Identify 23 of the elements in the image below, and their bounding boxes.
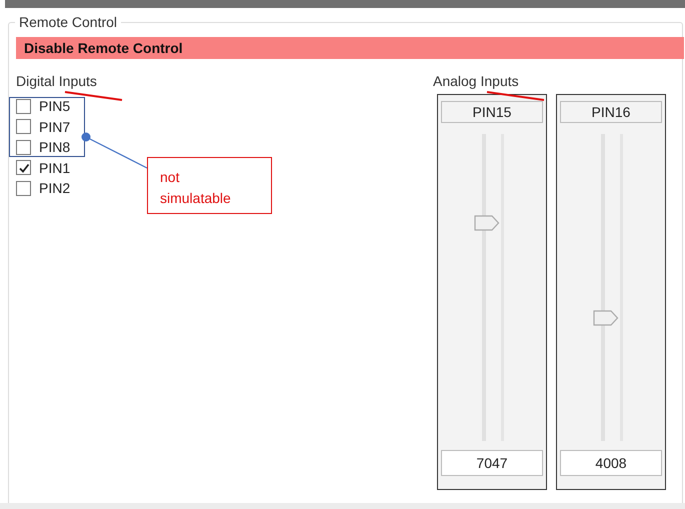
disable-remote-control-button[interactable]: Disable Remote Control bbox=[16, 37, 684, 59]
checkbox-label: PIN2 bbox=[39, 180, 70, 196]
value-field[interactable]: 4008 bbox=[560, 450, 662, 476]
annotation-callout: not simulatable bbox=[147, 157, 272, 214]
checkbox[interactable] bbox=[16, 98, 31, 114]
strike-mark bbox=[64, 90, 124, 102]
digital-inputs-label: Digital Inputs bbox=[16, 73, 97, 90]
slider-thumb[interactable] bbox=[474, 215, 500, 232]
channel-name: PIN15 bbox=[441, 101, 543, 123]
checkbox-label: PIN5 bbox=[39, 98, 70, 114]
checkbox-label: PIN7 bbox=[39, 118, 70, 135]
group-title: Remote Control bbox=[15, 14, 122, 30]
checkbox-label: PIN8 bbox=[39, 139, 70, 156]
checkbox[interactable] bbox=[16, 180, 31, 196]
analog-inputs-label: Analog Inputs bbox=[433, 73, 519, 90]
channel-name: PIN16 bbox=[560, 101, 662, 123]
checkbox-label: PIN1 bbox=[39, 160, 70, 176]
strike-mark bbox=[486, 90, 546, 102]
value-field[interactable]: 7047 bbox=[441, 450, 543, 476]
checkbox[interactable] bbox=[16, 140, 31, 155]
checkbox[interactable] bbox=[16, 119, 31, 134]
checkbox[interactable] bbox=[16, 160, 31, 176]
slider-thumb[interactable] bbox=[593, 310, 619, 326]
